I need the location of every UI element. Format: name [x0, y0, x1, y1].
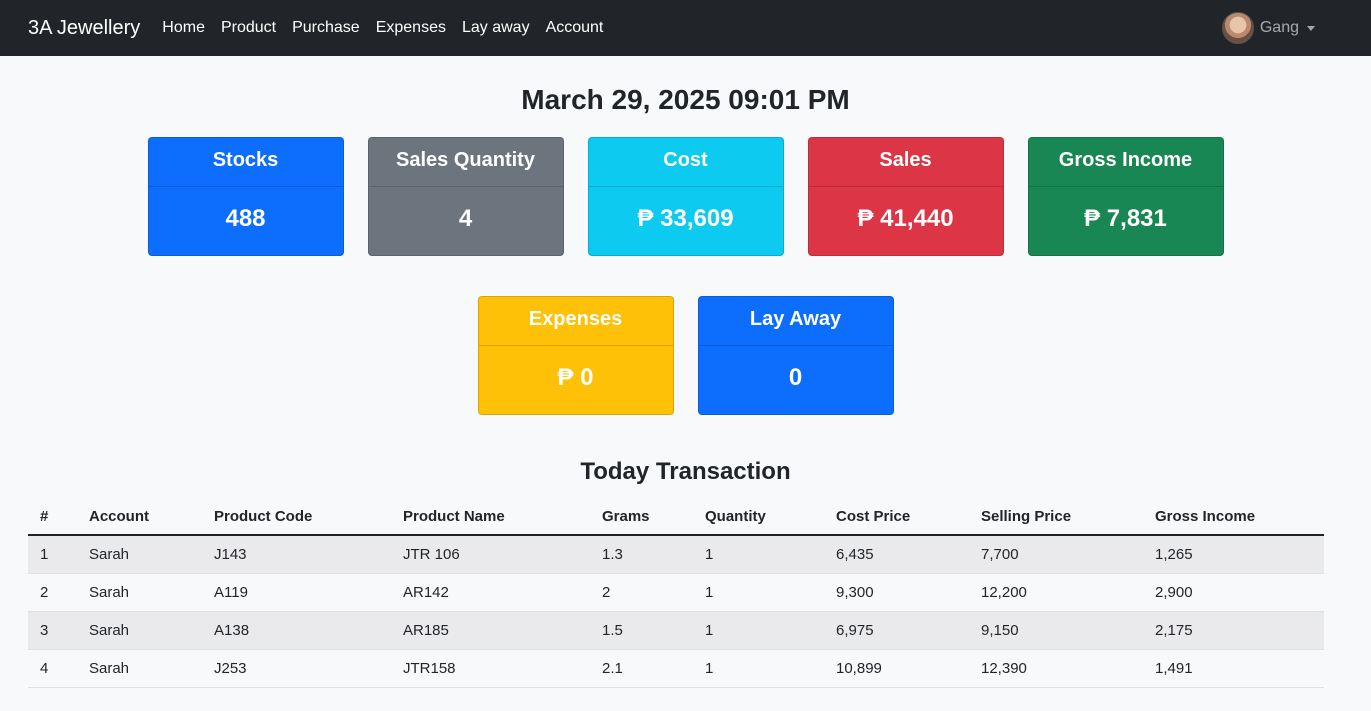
cell-grams: 2.1 [590, 649, 693, 688]
cell-cost-price: 6,435 [824, 535, 969, 574]
cell-quantity: 1 [693, 573, 824, 612]
user-name: Gang [1259, 19, 1299, 36]
cell-account: Sarah [77, 649, 202, 688]
cell-selling-price: 12,390 [969, 649, 1143, 688]
card-value: 4 [458, 205, 473, 232]
cell-selling-price: 9,150 [969, 611, 1143, 650]
cell-product-name: AR142 [391, 573, 590, 612]
cell-grams: 1.3 [590, 535, 693, 574]
cell-product-name: AR185 [391, 611, 590, 650]
cell-number: 1 [28, 535, 77, 574]
cost-card: Cost ₱ 33,609 [587, 137, 784, 256]
table-row: 1 Sarah J143 JTR 106 1.3 1 6,435 7,700 1… [28, 535, 1324, 574]
card-value: ₱ 33,609 [637, 205, 734, 232]
stocks-card: Stocks 488 [147, 137, 344, 256]
cell-selling-price: 12,200 [969, 573, 1143, 612]
cell-number: 4 [28, 649, 77, 688]
table-row: 3 Sarah A138 AR185 1.5 1 6,975 9,150 2,1… [28, 611, 1324, 650]
transactions-title: Today Transaction [580, 458, 791, 485]
user-menu[interactable]: Gang [1221, 12, 1315, 44]
current-datetime: March 29, 2025 09:01 PM [521, 84, 850, 115]
cell-cost-price: 6,975 [824, 611, 969, 650]
header-gross-income: Gross Income [1143, 499, 1324, 536]
cell-quantity: 1 [693, 649, 824, 688]
summary-cards-row-1: Stocks 488 Sales Quantity 4 Cost ₱ 33,60… [0, 137, 1371, 256]
cell-account: Sarah [77, 573, 202, 612]
cell-account: Sarah [77, 611, 202, 650]
card-value: 0 [788, 364, 803, 391]
gross-income-card: Gross Income ₱ 7,831 [1027, 137, 1224, 256]
brand-logo[interactable]: 3A Jewellery [28, 17, 140, 40]
lay-away-card: Lay Away 0 [697, 296, 894, 415]
card-title: Expenses [478, 297, 673, 346]
card-title: Stocks [148, 138, 343, 187]
card-title: Cost [588, 138, 783, 187]
cell-product-code: A138 [202, 611, 391, 650]
cell-gross-income: 2,175 [1143, 611, 1324, 650]
cell-gross-income: 1,265 [1143, 535, 1324, 574]
top-navbar: 3A Jewellery Home Product Purchase Expen… [0, 0, 1371, 56]
cell-gross-income: 1,491 [1143, 649, 1324, 688]
header-number: # [28, 499, 77, 536]
cell-number: 3 [28, 611, 77, 650]
header-account: Account [77, 499, 202, 536]
nav-purchase[interactable]: Purchase [292, 19, 360, 37]
card-title: Sales Quantity [368, 138, 563, 187]
cell-product-code: J253 [202, 649, 391, 688]
header-quantity: Quantity [693, 499, 824, 536]
cell-cost-price: 10,899 [824, 649, 969, 688]
header-grams: Grams [590, 499, 693, 536]
nav-home[interactable]: Home [162, 19, 205, 37]
cell-product-name: JTR158 [391, 649, 590, 688]
caret-down-icon [1307, 25, 1315, 31]
card-value: ₱ 41,440 [857, 205, 954, 232]
header-product-code: Product Code [202, 499, 391, 536]
sales-card: Sales ₱ 41,440 [807, 137, 1004, 256]
cell-product-code: A119 [202, 573, 391, 612]
card-title: Lay Away [698, 297, 893, 346]
header-product-name: Product Name [391, 499, 590, 536]
transactions-table: # Account Product Code Product Name Gram… [28, 499, 1324, 688]
nav-product[interactable]: Product [221, 19, 276, 37]
cell-product-name: JTR 106 [391, 535, 590, 574]
cell-gross-income: 2,900 [1143, 573, 1324, 612]
cell-selling-price: 7,700 [969, 535, 1143, 574]
card-title: Gross Income [1028, 138, 1223, 187]
cell-account: Sarah [77, 535, 202, 574]
header-cost-price: Cost Price [824, 499, 969, 536]
card-value: ₱ 7,831 [1084, 205, 1167, 232]
cell-number: 2 [28, 573, 77, 612]
header-selling-price: Selling Price [969, 499, 1143, 536]
cell-product-code: J143 [202, 535, 391, 574]
cell-grams: 1.5 [590, 611, 693, 650]
nav-expenses[interactable]: Expenses [376, 19, 446, 37]
nav-account[interactable]: Account [546, 19, 604, 37]
expenses-card: Expenses ₱ 0 [477, 296, 674, 415]
table-header-row: # Account Product Code Product Name Gram… [28, 499, 1324, 536]
card-value: 488 [225, 205, 266, 232]
summary-cards-row-2: Expenses ₱ 0 Lay Away 0 [0, 296, 1371, 415]
sales-quantity-card: Sales Quantity 4 [367, 137, 564, 256]
table-row: 4 Sarah J253 JTR158 2.1 1 10,899 12,390 … [28, 649, 1324, 688]
cell-quantity: 1 [693, 535, 824, 574]
card-title: Sales [808, 138, 1003, 187]
cell-cost-price: 9,300 [824, 573, 969, 612]
table-row: 2 Sarah A119 AR142 2 1 9,300 12,200 2,90… [28, 573, 1324, 612]
cell-quantity: 1 [693, 611, 824, 650]
cell-grams: 2 [590, 573, 693, 612]
card-value: ₱ 0 [557, 364, 594, 391]
avatar [1221, 12, 1254, 44]
nav-lay-away[interactable]: Lay away [462, 19, 530, 37]
